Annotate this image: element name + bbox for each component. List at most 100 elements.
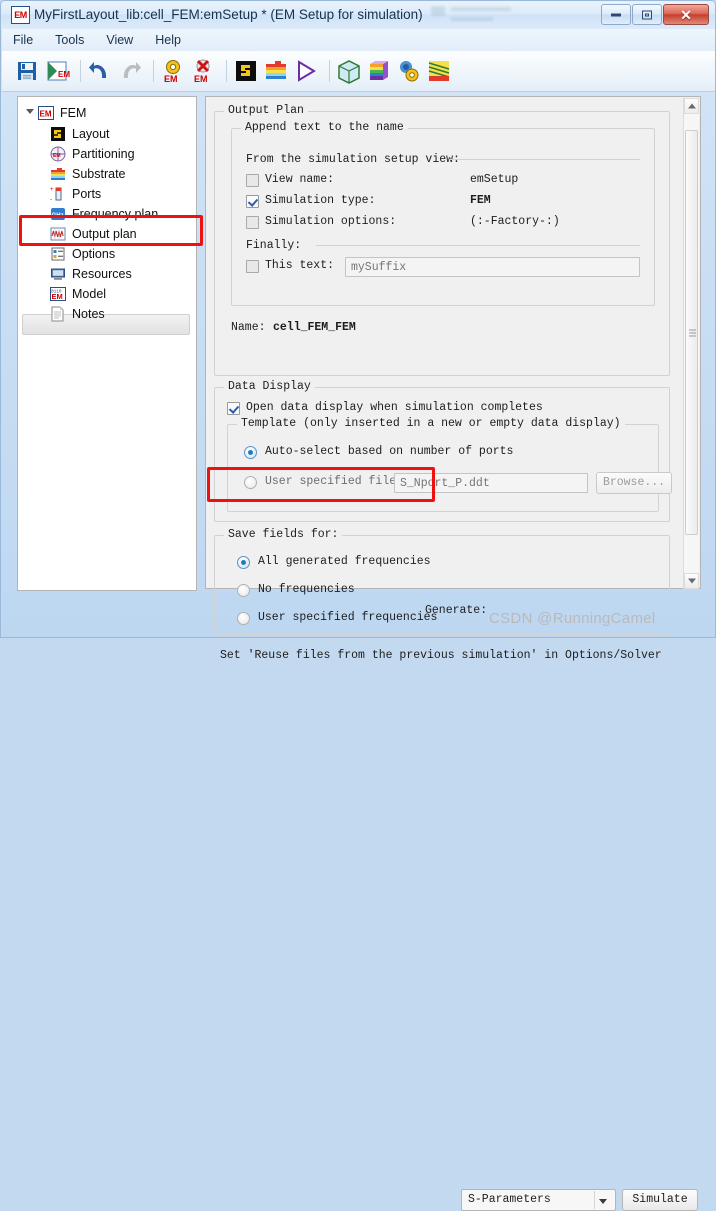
simulation-options-label: Simulation options: <box>265 215 397 228</box>
all-frequencies-label: All generated frequencies <box>258 555 431 568</box>
user-file-radio[interactable] <box>244 476 257 489</box>
reuse-files-hint: Set 'Reuse files from the previous simul… <box>220 649 662 662</box>
simulate-play-icon[interactable] <box>293 58 319 84</box>
chevron-down-icon[interactable] <box>26 109 34 114</box>
name-label: Name: <box>231 321 266 334</box>
menu-item-view[interactable]: View <box>95 29 144 51</box>
view-name-checkbox[interactable] <box>246 174 259 187</box>
model-icon: 0110 EM <box>50 286 66 302</box>
substrate-icon[interactable] <box>263 58 289 84</box>
layout-icon[interactable] <box>233 58 259 84</box>
background-window-ghost <box>431 4 611 26</box>
toolbar-separator <box>329 60 330 82</box>
tree-item-label: Model <box>72 287 107 301</box>
tree-item-label: Frequency plan <box>72 207 159 221</box>
window-controls: ✕ <box>601 4 709 25</box>
output-plan-panel: Output Plan Append text to the name From… <box>205 96 701 662</box>
append-text-group: Append text to the name From the simulat… <box>231 121 655 306</box>
data-display-group: Data Display Open data display when simu… <box>214 380 672 522</box>
chevron-down-icon <box>687 578 696 584</box>
maximize-button[interactable] <box>632 4 662 25</box>
em-settings-icon[interactable]: EM <box>160 58 186 84</box>
this-text-label: This text: <box>265 259 335 272</box>
panel-scrollbar[interactable] <box>683 98 699 589</box>
scroll-up-button[interactable] <box>684 98 699 114</box>
undo-icon[interactable] <box>87 58 113 84</box>
setup-tree[interactable]: EM FEM Layout EM Partitioning Substrate <box>17 96 197 591</box>
section-rule <box>316 245 640 246</box>
chevron-down-icon <box>599 1199 607 1204</box>
simulation-type-checkbox[interactable] <box>246 195 259 208</box>
simulation-type-label: Simulation type: <box>265 194 376 207</box>
model-settings-icon[interactable] <box>396 58 422 84</box>
simulation-options-checkbox[interactable] <box>246 216 259 229</box>
generate-select[interactable]: S-Parameters <box>461 1189 616 1211</box>
all-frequencies-radio[interactable] <box>237 556 250 569</box>
partitioning-icon: EM <box>50 146 66 162</box>
tree-item-label: Layout <box>72 127 110 141</box>
tree-item-label: FEM <box>60 106 87 120</box>
resources-icon <box>50 266 66 282</box>
close-button[interactable]: ✕ <box>663 4 709 25</box>
rainbow-cube-icon[interactable] <box>366 58 392 84</box>
auto-select-radio[interactable] <box>244 446 257 459</box>
simulation-options-value: (:-Factory-:) <box>470 215 560 228</box>
combo-divider <box>594 1191 595 1209</box>
scrollbar-thumb[interactable] <box>685 130 698 535</box>
svg-text:EM: EM <box>164 74 178 84</box>
minimize-icon <box>611 13 621 16</box>
save-icon[interactable] <box>14 58 40 84</box>
suffix-input[interactable] <box>345 257 640 277</box>
layout-icon <box>50 126 66 142</box>
3d-view-icon[interactable] <box>336 58 362 84</box>
menu-item-help[interactable]: Help <box>144 29 192 51</box>
scroll-down-button[interactable] <box>684 573 699 589</box>
generate-label: Generate: <box>425 604 488 617</box>
tree-item-label: Ports <box>72 187 102 201</box>
template-group-title: Template (only inserted in a new or empt… <box>237 417 625 430</box>
svg-text:EM: EM <box>40 110 52 119</box>
open-data-display-checkbox[interactable] <box>227 402 240 415</box>
save-fields-group-title: Save fields for: <box>224 528 343 541</box>
this-text-checkbox[interactable] <box>246 260 259 273</box>
save-em-icon[interactable]: EM <box>44 58 70 84</box>
em-setup-window: EM MyFirstLayout_lib:cell_FEM:emSetup * … <box>0 0 716 1211</box>
menu-item-tools[interactable]: Tools <box>44 29 95 51</box>
scrollbar-grip-icon <box>689 327 696 338</box>
fem-icon: EM <box>38 105 54 121</box>
open-data-display-label: Open data display when simulation comple… <box>246 401 543 414</box>
minimize-button[interactable] <box>601 4 631 25</box>
maximize-icon <box>642 10 652 19</box>
svg-text:EM: EM <box>52 292 63 301</box>
menu-bar: File Tools View Help <box>2 29 715 52</box>
redo-icon[interactable] <box>117 58 143 84</box>
simulate-button[interactable]: Simulate <box>622 1189 698 1211</box>
view-name-value: emSetup <box>470 173 519 186</box>
window-title: MyFirstLayout_lib:cell_FEM:emSetup * (EM… <box>34 7 423 22</box>
title-bar: EM MyFirstLayout_lib:cell_FEM:emSetup * … <box>1 1 715 29</box>
svg-text:+: + <box>50 187 54 193</box>
ports-icon: + - <box>50 186 66 203</box>
tree-selection-highlight <box>22 314 190 335</box>
finally-label: Finally: <box>246 239 302 252</box>
tree-item-label: Resources <box>72 267 132 281</box>
toolbar-separator <box>226 60 227 82</box>
svg-text:-: - <box>50 197 52 202</box>
output-plan-group-title: Output Plan <box>224 104 308 117</box>
em-delete-icon[interactable]: EM <box>190 58 216 84</box>
browse-button[interactable]: Browse... <box>596 472 672 494</box>
name-value: cell_FEM_FEM <box>273 321 356 334</box>
data-display-group-title: Data Display <box>224 380 315 393</box>
toolbar-separator <box>80 60 81 82</box>
view-name-label: View name: <box>265 173 335 186</box>
tree-item-label: Notes <box>72 307 105 321</box>
watermark: CSDN @RunningCamel <box>489 610 656 627</box>
user-file-label: User specified file <box>265 475 397 488</box>
menu-item-file[interactable]: File <box>2 29 44 51</box>
tree-item-label: Output plan <box>72 227 137 241</box>
section-rule <box>450 159 640 160</box>
app-icon: EM <box>11 6 30 24</box>
user-file-input[interactable] <box>394 473 588 493</box>
simulation-type-value: FEM <box>470 194 491 207</box>
field-visual-icon[interactable] <box>426 58 452 84</box>
